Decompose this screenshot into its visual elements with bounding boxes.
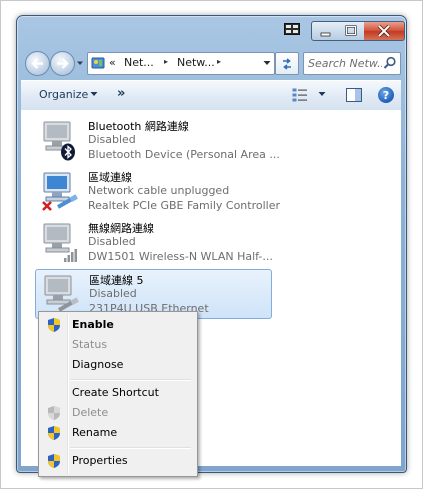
- menu-item-label: Rename: [72, 426, 118, 439]
- recent-pages-dropdown-icon[interactable]: [76, 59, 84, 67]
- connection-name: Bluetooth 網路連線: [88, 120, 189, 133]
- connection-device: DW1501 Wireless-N WLAN Half-...: [88, 250, 273, 263]
- breadcrumb-arrow-icon[interactable]: ▸: [164, 57, 168, 66]
- connection-local-area[interactable]: 區域連線 Network cable unplugged Realtek PCI…: [35, 167, 280, 215]
- snap-icon: [284, 23, 300, 35]
- minimize-button[interactable]: [311, 21, 340, 41]
- connection-name: 無線網路連線: [88, 222, 154, 235]
- refresh-icon: [283, 57, 291, 70]
- menu-item-label: Enable: [72, 318, 114, 331]
- menu-item-label: Status: [72, 338, 108, 351]
- search-input[interactable]: [308, 55, 382, 71]
- uac-shield-icon: [48, 406, 60, 420]
- connection-device: Bluetooth Device (Personal Area ...: [88, 148, 280, 161]
- search-icon[interactable]: [383, 56, 397, 70]
- menu-item-rename[interactable]: Rename: [41, 423, 193, 443]
- search-box[interactable]: [303, 52, 401, 75]
- connection-name: 區域連線: [88, 171, 132, 184]
- forward-button[interactable]: [50, 51, 75, 76]
- breadcrumb-network-connections[interactable]: Netw...: [177, 56, 215, 69]
- breadcrumb-arrow-icon[interactable]: ▸: [217, 57, 221, 66]
- network-adapter-icon: [43, 121, 75, 161]
- menu-item-properties[interactable]: Properties: [41, 451, 193, 471]
- chevron-down-icon[interactable]: [90, 90, 98, 98]
- refresh-button[interactable]: [275, 52, 299, 75]
- menu-item-create-shortcut[interactable]: Create Shortcut: [41, 383, 193, 403]
- preview-pane-icon[interactable]: [346, 88, 362, 102]
- menu-item-delete[interactable]: Delete: [41, 403, 193, 423]
- bluetooth-icon: [61, 143, 75, 161]
- arrow-right-icon: [57, 58, 69, 69]
- uac-shield-icon: [48, 318, 60, 332]
- menu-item-diagnose[interactable]: Diagnose: [41, 355, 193, 375]
- close-icon: [377, 24, 391, 38]
- help-button[interactable]: ?: [378, 87, 394, 103]
- address-overflow-chevron[interactable]: «: [109, 56, 116, 69]
- context-menu: Enable Status Diagnose Create Shortcut D…: [38, 311, 198, 477]
- network-adapter-icon: [44, 275, 79, 312]
- control-panel-icon: [91, 57, 105, 69]
- breadcrumb-network-internet[interactable]: Net...: [124, 56, 154, 69]
- menu-item-label: Properties: [72, 454, 128, 467]
- connection-wireless[interactable]: 無線網路連線 Disabled DW1501 Wireless-N WLAN H…: [35, 218, 273, 266]
- menu-item-label: Create Shortcut: [72, 386, 159, 399]
- more-commands-button[interactable]: »: [117, 86, 125, 101]
- maximize-icon: [345, 25, 357, 36]
- connection-status: Disabled: [88, 133, 136, 146]
- connection-bluetooth[interactable]: Bluetooth 網路連線 Disabled Bluetooth Device…: [35, 116, 280, 164]
- back-button[interactable]: [25, 51, 50, 76]
- change-view-icon[interactable]: [292, 88, 308, 102]
- minimize-icon: [320, 32, 331, 37]
- close-button[interactable]: [364, 21, 405, 41]
- menu-item-status[interactable]: Status: [41, 335, 193, 355]
- connection-status: Disabled: [89, 287, 137, 300]
- connection-status: Disabled: [88, 235, 136, 248]
- connection-name: 區域連線 5: [89, 274, 144, 287]
- address-dropdown-icon[interactable]: [263, 59, 271, 67]
- network-adapter-icon: [42, 172, 78, 211]
- organize-button[interactable]: Organize: [39, 88, 88, 101]
- menu-item-label: Diagnose: [72, 358, 124, 371]
- view-options-dropdown-icon[interactable]: [318, 90, 326, 98]
- menu-item-label: Delete: [72, 406, 109, 419]
- address-bar[interactable]: « Net... ▸ Netw... ▸: [87, 52, 275, 75]
- menu-separator: [70, 379, 191, 381]
- red-x-icon: [42, 201, 52, 211]
- arrow-left-icon: [31, 58, 43, 69]
- connection-status: Network cable unplugged: [88, 184, 230, 197]
- menu-separator: [70, 447, 191, 449]
- connection-device: Realtek PCIe GBE Family Controller: [88, 199, 281, 212]
- uac-shield-icon: [48, 454, 60, 468]
- maximize-button[interactable]: [338, 21, 365, 41]
- uac-shield-icon: [48, 426, 60, 440]
- command-bar: Organize » ?: [21, 80, 401, 111]
- menu-item-enable[interactable]: Enable: [41, 315, 193, 335]
- network-adapter-icon: [43, 223, 77, 262]
